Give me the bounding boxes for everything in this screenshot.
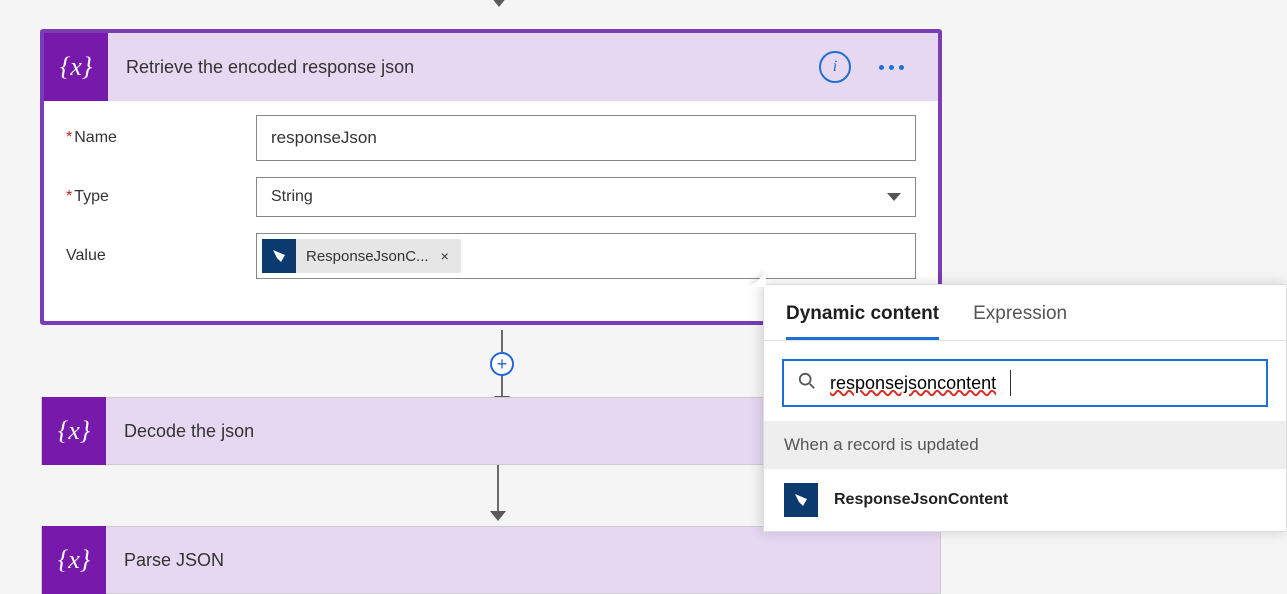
dynamic-content-panel: Dynamic content Expression responsejsonc… bbox=[763, 284, 1287, 532]
step-header[interactable]: {x} Retrieve the encoded response json i bbox=[44, 33, 938, 101]
search-icon bbox=[798, 372, 816, 395]
add-step-button[interactable]: + bbox=[490, 352, 514, 376]
result-item-label: ResponseJsonContent bbox=[834, 491, 1008, 509]
connector-1-2: + bbox=[490, 330, 514, 406]
step-card-retrieve[interactable]: {x} Retrieve the encoded response json i… bbox=[41, 30, 941, 324]
dynamics-icon bbox=[784, 483, 818, 517]
arrow-down-icon bbox=[491, 0, 507, 7]
panel-notch bbox=[750, 273, 766, 287]
value-input[interactable]: ResponseJsonC... × bbox=[256, 233, 916, 279]
variable-icon: {x} bbox=[42, 397, 106, 465]
step-title: Retrieve the encoded response json bbox=[108, 57, 819, 78]
name-input[interactable] bbox=[256, 115, 916, 161]
type-value: String bbox=[271, 188, 313, 206]
field-type-row: *Type String bbox=[66, 177, 916, 217]
required-asterisk: * bbox=[66, 129, 72, 146]
variable-icon: {x} bbox=[42, 526, 106, 594]
dynamics-icon bbox=[262, 239, 296, 273]
text-cursor bbox=[1010, 370, 1011, 396]
value-token[interactable]: ResponseJsonC... × bbox=[262, 239, 461, 273]
token-remove-button[interactable]: × bbox=[439, 248, 451, 264]
name-label: *Name bbox=[66, 129, 256, 147]
tab-dynamic-content[interactable]: Dynamic content bbox=[786, 303, 939, 340]
field-name-row: *Name bbox=[66, 115, 916, 161]
value-label: Value bbox=[66, 247, 256, 265]
info-button[interactable]: i bbox=[819, 51, 851, 83]
search-wrap: responsejsoncontent bbox=[764, 341, 1286, 421]
chevron-down-icon bbox=[887, 193, 901, 201]
step-bar-parse[interactable]: {x} Parse JSON bbox=[41, 526, 941, 594]
result-item[interactable]: ResponseJsonContent bbox=[764, 469, 1286, 531]
step-title: Parse JSON bbox=[106, 550, 940, 571]
search-text: responsejsoncontent bbox=[830, 373, 996, 394]
panel-tabs: Dynamic content Expression bbox=[764, 285, 1286, 341]
arrow-down-icon bbox=[490, 511, 506, 521]
required-asterisk: * bbox=[66, 188, 72, 205]
field-value-row: Value ResponseJsonC... × bbox=[66, 233, 916, 279]
type-select[interactable]: String bbox=[256, 177, 916, 217]
search-box[interactable]: responsejsoncontent bbox=[782, 359, 1268, 407]
connector-2-3 bbox=[490, 465, 506, 521]
type-label: *Type bbox=[66, 188, 256, 206]
tab-expression[interactable]: Expression bbox=[973, 303, 1067, 340]
incoming-connector bbox=[489, 0, 509, 28]
more-button[interactable] bbox=[873, 59, 910, 76]
variable-icon: {x} bbox=[44, 33, 108, 101]
result-group-header: When a record is updated bbox=[764, 421, 1286, 469]
token-label: ResponseJsonC... bbox=[306, 248, 429, 265]
